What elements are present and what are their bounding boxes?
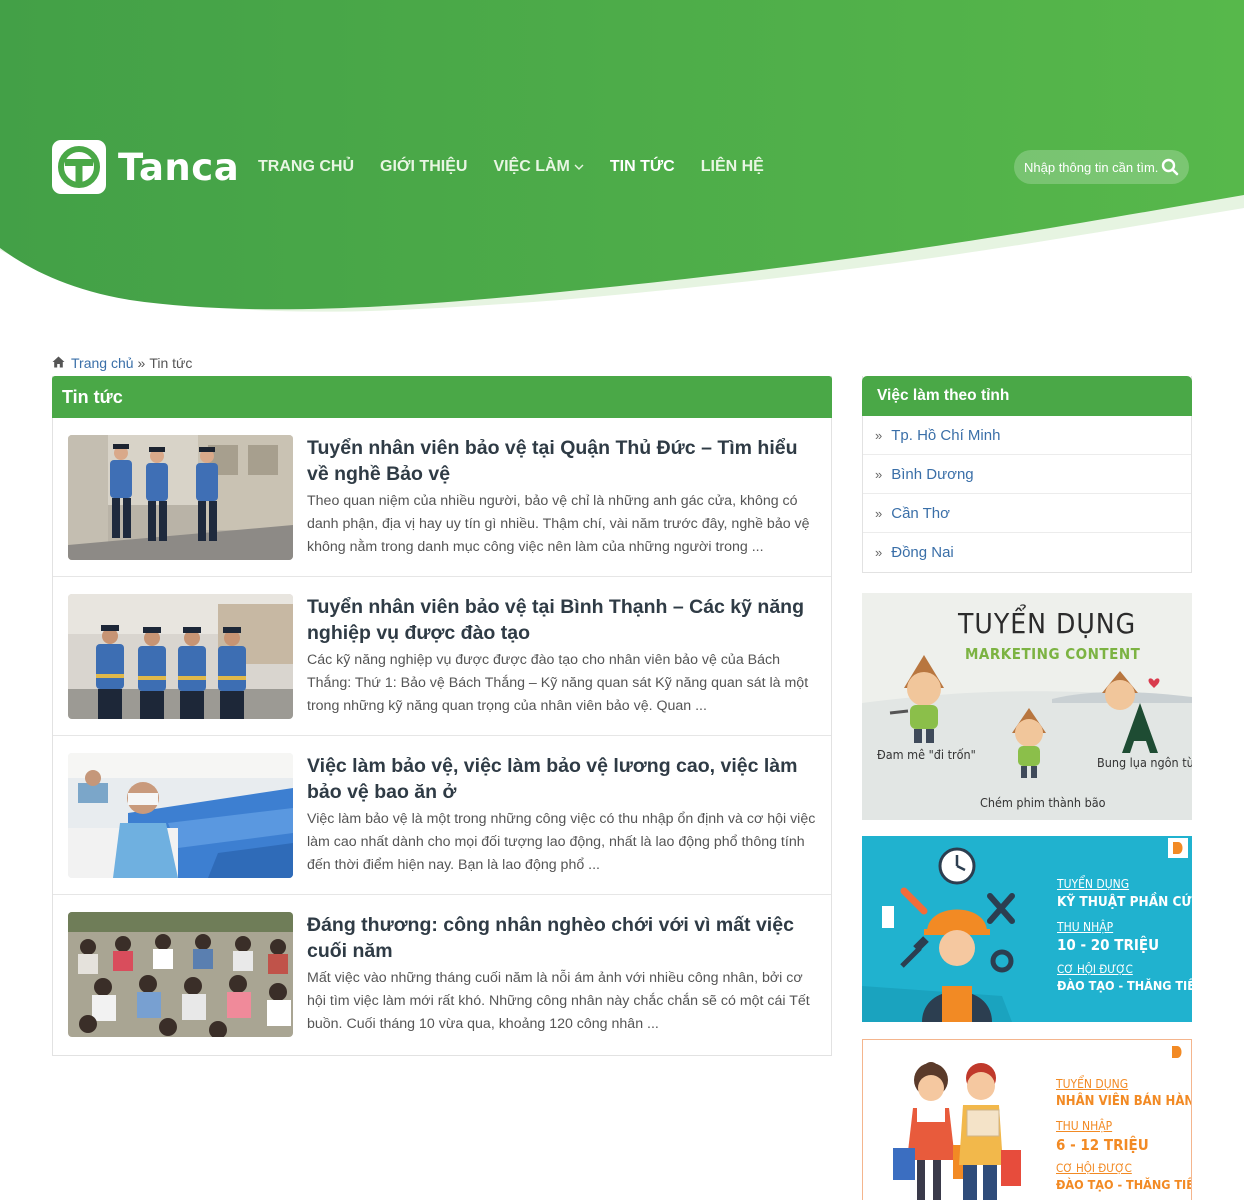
site-logo[interactable]: Tanca [52, 140, 239, 194]
article-item: Đáng thương: công nhân nghèo chới với vì… [53, 895, 831, 1054]
article-thumbnail[interactable] [68, 435, 293, 560]
article-title[interactable]: Tuyển nhân viên bảo vệ tại Bình Thạnh – … [307, 594, 812, 646]
banner2-line-4: 10 - 20 TRIỆU [1057, 936, 1160, 954]
article-thumbnail[interactable] [68, 594, 293, 719]
banner2-line-1: TUYỂN DỤNG [1057, 877, 1130, 891]
banner1-caption-2: Chém phim thành bão [980, 795, 1106, 810]
sidebar-item-can-tho[interactable]: » Cần Thơ [863, 494, 1191, 533]
breadcrumb-home-link[interactable]: Trang chủ [71, 355, 134, 371]
banner2-line-5: CƠ HỘI ĐƯỢC [1057, 962, 1133, 976]
banner-illustration [863, 1040, 1191, 1200]
banner-sales-staff[interactable]: TUYỂN DỤNG NHÂN VIÊN BÁN HÀNG THU NHẬP 6… [862, 1039, 1192, 1200]
news-panel: Tin tức Tuyển nhân viên bảo vệ tại Quận … [52, 376, 832, 1056]
sidebar-item-dong-nai[interactable]: » Đồng Nai [863, 533, 1191, 572]
nav-contact[interactable]: LIÊN HỆ [701, 155, 764, 179]
banner-illustration [862, 836, 1192, 1022]
logo-icon [52, 140, 106, 194]
banner2-line-6: ĐÀO TẠO - THĂNG TIẾN [1057, 978, 1192, 993]
news-panel-heading: Tin tức [52, 376, 832, 418]
double-chevron-right-icon: » [875, 466, 883, 482]
banner3-line-6: ĐÀO TẠO - THĂNG TIẾN [1056, 1177, 1192, 1192]
banner3-line-3: THU NHẬP [1056, 1119, 1113, 1133]
header-hero: Tanca TRANG CHỦ GIỚI THIỆU VIỆC LÀM TIN … [0, 0, 1244, 330]
nav-about-label: GIỚI THIỆU [380, 158, 468, 175]
nav-home[interactable]: TRANG CHỦ [258, 155, 354, 179]
article-item: Tuyển nhân viên bảo vệ tại Bình Thạnh – … [53, 577, 831, 736]
banner1-title: TUYỂN DỤNG [958, 607, 1137, 640]
banner3-line-4: 6 - 12 TRIỆU [1056, 1136, 1149, 1154]
sidebar-item-label: Đồng Nai [891, 544, 954, 561]
double-chevron-right-icon: » [875, 505, 883, 521]
banner-hardware-technician[interactable]: TUYỂN DỤNG KỸ THUẬT PHẦN CỨNG THU NHẬP 1… [862, 836, 1192, 1022]
main-nav: TRANG CHỦ GIỚI THIỆU VIỆC LÀM TIN TỨC LI… [258, 155, 790, 179]
sidebar-item-label: Tp. Hồ Chí Minh [891, 426, 1001, 444]
article-item: Việc làm bảo vệ, việc làm bảo vệ lương c… [53, 736, 831, 895]
article-excerpt: Mất việc vào những tháng cuối năm là nỗi… [307, 970, 810, 1032]
banner1-caption-1: Đam mê "đi trốn" [877, 747, 976, 762]
search-input[interactable] [1024, 159, 1158, 175]
banner2-line-3: THU NHẬP [1057, 920, 1114, 934]
article-excerpt: Các kỹ năng nghiệp vụ được được đào tạo … [307, 652, 809, 714]
banner3-line-1: TUYỂN DỤNG [1056, 1077, 1129, 1091]
sidebar-item-label: Bình Dương [891, 465, 974, 483]
article-title[interactable]: Việc làm bảo vệ, việc làm bảo vệ lương c… [307, 753, 812, 805]
double-chevron-right-icon: » [875, 545, 883, 560]
nav-home-label: TRANG CHỦ [258, 158, 354, 175]
home-icon [52, 355, 65, 371]
article-thumbnail[interactable] [68, 753, 293, 878]
search-box [1014, 150, 1189, 184]
banner2-line-2: KỸ THUẬT PHẦN CỨNG [1057, 894, 1192, 910]
nav-news[interactable]: TIN TỨC [610, 155, 675, 179]
nav-news-label: TIN TỨC [609, 158, 675, 175]
nav-contact-label: LIÊN HỆ [700, 158, 764, 175]
double-chevron-right-icon: » [875, 427, 883, 443]
search-icon[interactable] [1161, 158, 1179, 181]
breadcrumb: Trang chủ » Tin tức [52, 355, 192, 371]
nav-jobs-label: VIỆC LÀM [493, 158, 570, 175]
banner3-line-2: NHÂN VIÊN BÁN HÀNG [1056, 1094, 1192, 1109]
banner3-line-5: CƠ HỘI ĐƯỢC [1056, 1161, 1132, 1175]
province-jobs-heading: Việc làm theo tỉnh [862, 376, 1192, 416]
breadcrumb-current: Tin tức [149, 355, 193, 371]
banner1-caption-3: Bung lụa ngôn từ [1097, 755, 1192, 770]
logo-text: Tanca [118, 145, 240, 189]
breadcrumb-separator: » [137, 355, 146, 371]
article-title[interactable]: Tuyển nhân viên bảo vệ tại Quận Thủ Đức … [307, 435, 812, 487]
chevron-down-icon [574, 155, 584, 179]
province-jobs-panel: Việc làm theo tỉnh » Tp. Hồ Chí Minh » Bìn… [862, 376, 1192, 573]
brand-corner-icon [1167, 1042, 1187, 1062]
article-title[interactable]: Đáng thương: công nhân nghèo chới với vì… [307, 912, 812, 964]
article-excerpt: Theo quan niệm của nhiều người, bảo vệ c… [307, 493, 810, 555]
sidebar-item-binh-duong[interactable]: » Bình Dương [863, 455, 1191, 494]
banner1-subtitle: MARKETING CONTENT [965, 645, 1141, 663]
nav-about[interactable]: GIỚI THIỆU [380, 155, 467, 179]
sidebar-item-label: Cần Thơ [891, 504, 950, 522]
sidebar-item-hcm[interactable]: » Tp. Hồ Chí Minh [863, 416, 1191, 455]
article-item: Tuyển nhân viên bảo vệ tại Quận Thủ Đức … [53, 418, 831, 577]
nav-jobs[interactable]: VIỆC LÀM [493, 155, 584, 179]
article-thumbnail[interactable] [68, 912, 293, 1037]
article-excerpt: Việc làm bảo vệ là một trong những công … [307, 811, 816, 873]
banner-marketing-content[interactable]: TUYỂN DỤNG MARKETING CONTENT Đam mê "đi … [862, 593, 1192, 820]
brand-corner-icon [1168, 838, 1188, 858]
